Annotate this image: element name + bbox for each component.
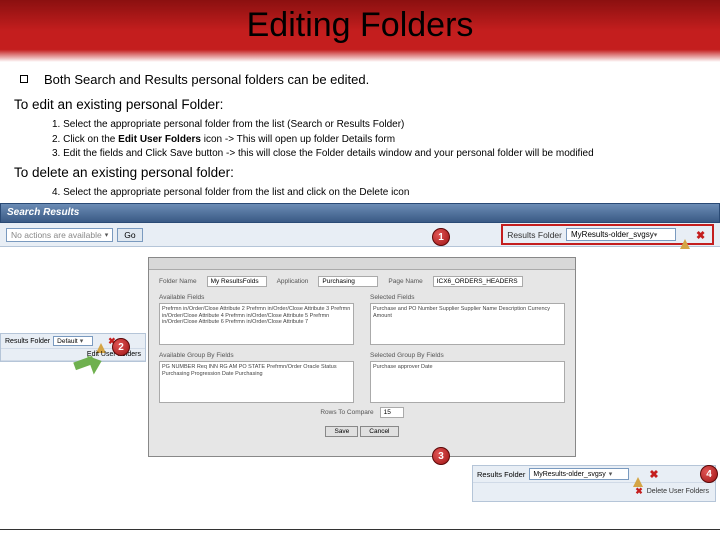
selected-fields-list[interactable]: Purchase and PO Number Supplier Supplier… xyxy=(370,303,565,345)
cancel-button[interactable]: Cancel xyxy=(360,426,398,437)
edit-pencil-icon[interactable] xyxy=(680,229,692,241)
chevron-down-icon: ▾ xyxy=(654,231,658,239)
chevron-down-icon: ▾ xyxy=(80,337,84,345)
dialog-body: Folder Name My ResultsFolds Application … xyxy=(149,270,575,441)
step-3: 3. Edit the fields and Click Save button… xyxy=(52,147,706,161)
application-label: Application xyxy=(277,278,309,285)
actions-dropdown[interactable]: No actions are available ▾ xyxy=(6,228,113,242)
dialog-titlebar xyxy=(149,258,575,270)
br-sub-label: Delete User Folders xyxy=(647,488,709,495)
edit-pencil-icon[interactable] xyxy=(96,336,106,346)
results-folder-dropdown[interactable]: MyResults-older_svgsy ▾ xyxy=(566,228,676,241)
save-button[interactable]: Save xyxy=(325,426,358,437)
callout-2: 2 xyxy=(112,338,130,356)
search-results-label: Search Results xyxy=(1,204,719,221)
content: Both Search and Results personal folders… xyxy=(0,62,720,199)
rows-label: Rows To Compare xyxy=(320,409,373,416)
folder-details-dialog: Folder Name My ResultsFolds Application … xyxy=(148,257,576,457)
sel-group-list[interactable]: Purchase approver Date xyxy=(370,361,565,403)
action-left: No actions are available ▾ Go xyxy=(6,228,143,242)
results-folder-label: Results Folder xyxy=(507,230,562,240)
br-label: Results Folder xyxy=(477,470,525,479)
section-edit-heading: To edit an existing personal Folder: xyxy=(14,97,706,112)
delete-icon[interactable]: ✖ xyxy=(696,229,708,241)
available-fields-list[interactable]: Prefrmn in/Order/Close Attribute 2 Prefr… xyxy=(159,303,354,345)
bullet-text: Both Search and Results personal folders… xyxy=(44,72,369,87)
folder-name-label: Folder Name xyxy=(159,278,197,285)
go-button[interactable]: Go xyxy=(117,228,142,242)
step-4: 4. Select the appropriate personal folde… xyxy=(52,186,706,200)
lp-label: Results Folder xyxy=(5,338,50,345)
action-row: No actions are available ▾ Go Results Fo… xyxy=(0,223,720,247)
callout-1: 1 xyxy=(432,228,450,246)
page-title: Editing Folders xyxy=(0,6,720,45)
footer-line xyxy=(0,529,720,530)
delete-icon[interactable]: ✖ xyxy=(649,468,661,480)
square-bullet-icon xyxy=(20,75,28,83)
step-1: 1. Select the appropriate personal folde… xyxy=(52,118,706,132)
callout-3: 3 xyxy=(432,447,450,465)
page-name-input[interactable]: ICX6_ORDERS_HEADERS xyxy=(433,276,523,287)
avail-group-list[interactable]: PG NUMBER Req INN RG AM PO STATE Prefrmn… xyxy=(159,361,354,403)
available-fields-head: Available Fields xyxy=(159,294,354,301)
chevron-down-icon: ▾ xyxy=(609,470,613,478)
header-band: Editing Folders xyxy=(0,0,720,62)
folder-name-input[interactable]: My ResultsFolds xyxy=(207,276,267,287)
edit-steps: 1. Select the appropriate personal folde… xyxy=(52,118,706,161)
avail-group-head: Available Group By Fields xyxy=(159,352,354,359)
callout-4: 4 xyxy=(700,465,718,483)
bottom-right-panel: Results Folder MyResults-older_svgsy ▾ ✖… xyxy=(472,465,716,502)
delete-icon[interactable]: ✖ xyxy=(635,486,643,497)
page-name-label: Page Name xyxy=(388,278,422,285)
lp-dropdown[interactable]: Default ▾ xyxy=(53,336,93,346)
step-2: 2. Click on the Edit User Folders icon -… xyxy=(52,133,706,147)
sel-group-head: Selected Group By Fields xyxy=(370,352,565,359)
rows-input[interactable]: 15 xyxy=(380,407,404,418)
edit-pencil-icon[interactable] xyxy=(633,468,645,480)
application-input[interactable]: Purchasing xyxy=(318,276,378,287)
screenshot-area: Search Results No actions are available … xyxy=(0,203,720,503)
search-results-bar: Search Results xyxy=(0,203,720,223)
selected-fields-head: Selected Fields xyxy=(370,294,565,301)
results-folder-highlight: Results Folder MyResults-older_svgsy ▾ ✖ xyxy=(501,224,714,245)
br-dropdown[interactable]: MyResults-older_svgsy ▾ xyxy=(529,468,629,480)
chevron-down-icon: ▾ xyxy=(105,231,109,239)
section-delete-heading: To delete an existing personal folder: xyxy=(14,165,706,180)
delete-steps: 4. Select the appropriate personal folde… xyxy=(52,186,706,200)
bullet-row: Both Search and Results personal folders… xyxy=(20,72,706,87)
